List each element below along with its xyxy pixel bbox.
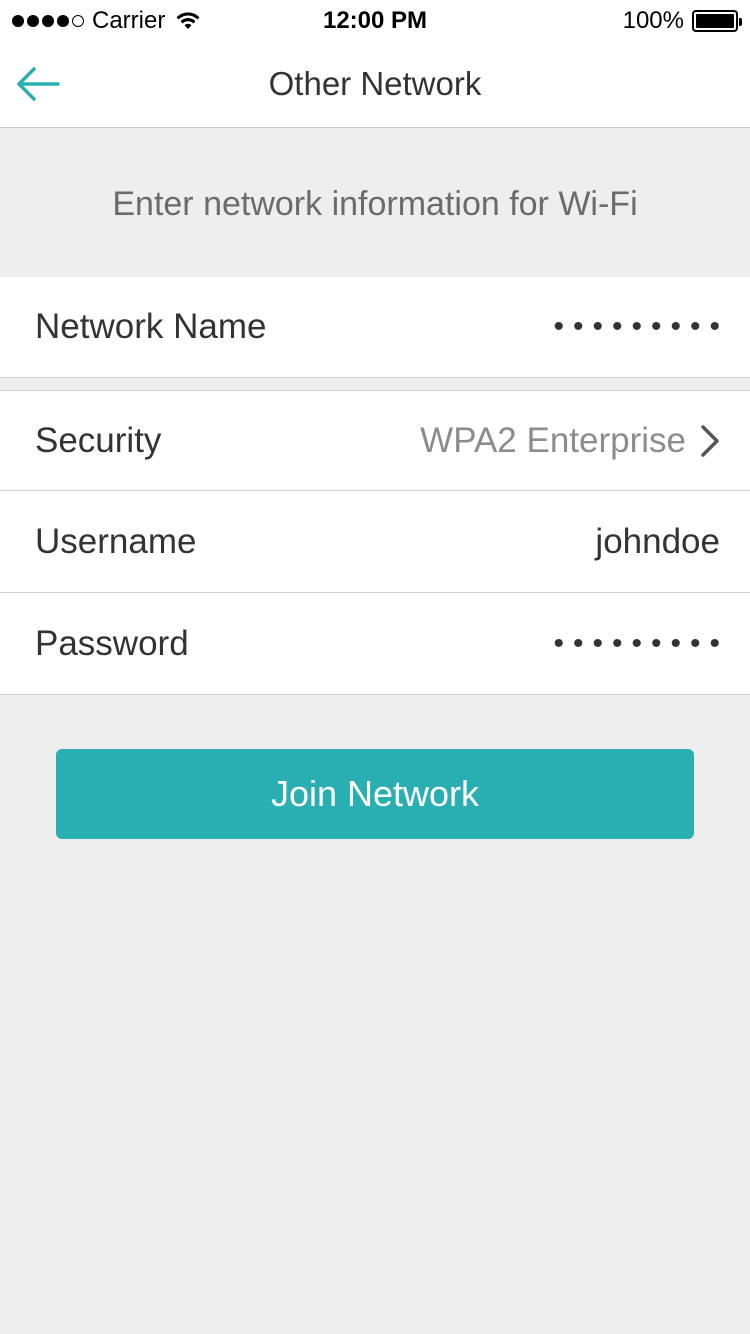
username-field[interactable]: johndoe [595, 522, 720, 562]
back-button[interactable] [14, 62, 62, 106]
chevron-right-icon [701, 424, 719, 457]
security-label: Security [35, 420, 162, 460]
username-label: Username [35, 521, 197, 561]
status-right: 100% [622, 7, 742, 35]
network-name-label: Network Name [35, 307, 267, 346]
username-row[interactable]: Username johndoe [0, 491, 750, 593]
password-row[interactable]: Password ••••••••• [0, 593, 750, 695]
password-value: ••••••••• [553, 626, 729, 660]
password-field[interactable]: ••••••••• [553, 627, 720, 661]
navigation-bar: Other Network [0, 40, 750, 128]
security-value-container: WPA2 Enterprise [420, 421, 720, 461]
network-name-row[interactable]: Network Name ••••••••• [0, 277, 750, 378]
arrow-left-icon [17, 67, 60, 101]
page-title: Other Network [268, 65, 482, 102]
security-value: WPA2 Enterprise [420, 420, 686, 460]
network-name-value: ••••••••• [553, 310, 729, 343]
password-label: Password [35, 623, 189, 663]
instructions-text: Enter network information for Wi-Fi [112, 185, 638, 223]
battery-percentage: 100% [622, 7, 684, 34]
battery-icon [692, 10, 742, 32]
security-row[interactable]: Security WPA2 Enterprise [0, 390, 750, 491]
join-network-button[interactable]: Join Network [56, 749, 694, 839]
status-bar: Carrier 12:00 PM 100% [0, 0, 750, 40]
network-name-field[interactable]: ••••••••• [553, 310, 720, 344]
